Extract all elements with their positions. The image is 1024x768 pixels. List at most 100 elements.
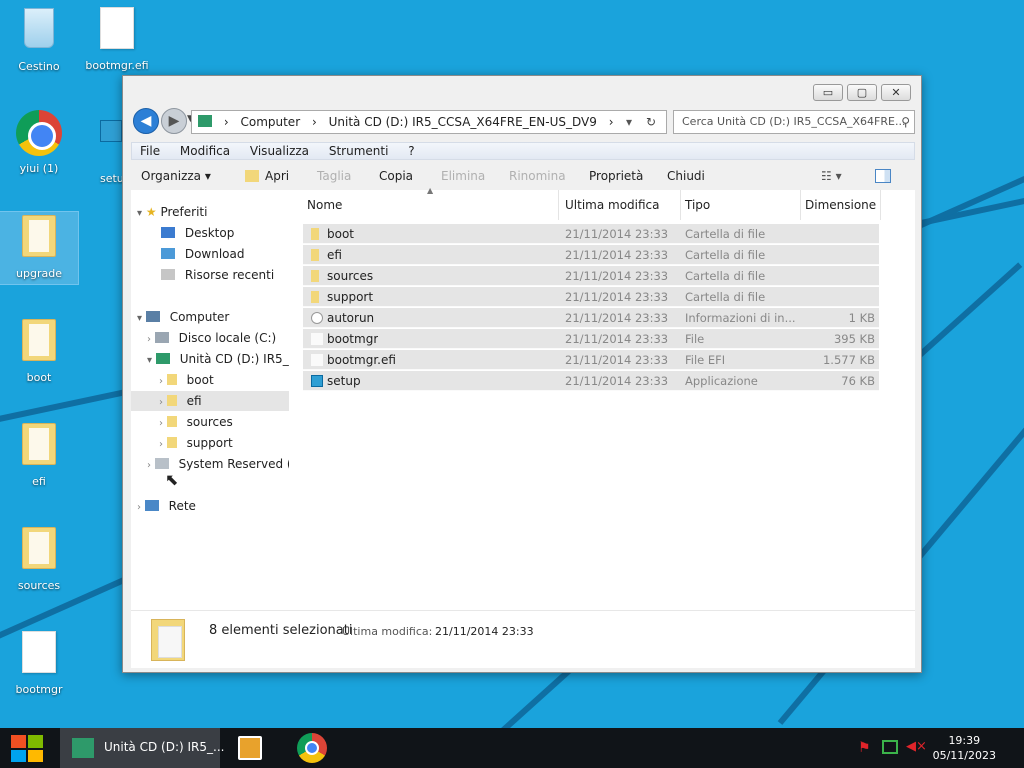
- folder-icon: [166, 437, 177, 448]
- menu-help[interactable]: ?: [400, 143, 422, 159]
- nav-network[interactable]: › Rete: [131, 496, 289, 516]
- nav-local-disk[interactable]: › Disco locale (C:): [131, 328, 289, 348]
- clock-date: 05/11/2023: [932, 749, 996, 762]
- column-size[interactable]: Dimensione: [801, 190, 881, 220]
- nav-desktop[interactable]: Desktop: [131, 223, 289, 243]
- file-row[interactable]: bootmgr 21/11/2014 23:33 File 395 KB: [303, 329, 879, 349]
- desktop-icon-sources[interactable]: sources: [0, 524, 78, 592]
- properties-button[interactable]: Proprietà: [589, 168, 643, 184]
- nav-system-reserved[interactable]: › System Reserved (E:): [131, 454, 289, 474]
- desktop-icon-upgrade[interactable]: upgrade: [0, 211, 79, 285]
- forward-button[interactable]: ▶: [161, 108, 187, 134]
- minimize-button[interactable]: ▭: [813, 84, 843, 101]
- network-status-icon[interactable]: [882, 740, 898, 754]
- cut-button[interactable]: Taglia: [317, 168, 351, 184]
- file-row[interactable]: autorun 21/11/2014 23:33 Informazioni di…: [303, 308, 879, 328]
- nav-download[interactable]: Download: [131, 244, 289, 264]
- menu-edit[interactable]: Modifica: [172, 143, 238, 159]
- file-row[interactable]: efi 21/11/2014 23:33 Cartella di file: [303, 245, 879, 265]
- search-icon[interactable]: ⚲: [901, 111, 910, 133]
- breadcrumb-computer[interactable]: Computer: [240, 115, 300, 129]
- file-row[interactable]: boot 21/11/2014 23:33 Cartella di file: [303, 224, 879, 244]
- menu-file[interactable]: File: [132, 143, 168, 159]
- desktop-icon-bootmgr-efi[interactable]: bootmgr.efi: [78, 4, 156, 72]
- delete-button[interactable]: Elimina: [441, 168, 485, 184]
- nav-sub-boot[interactable]: › boot: [131, 370, 289, 390]
- navigation-pane: ▾ ★ Preferiti Desktop Download Risorse r…: [131, 190, 291, 610]
- nav-sub-support[interactable]: › support: [131, 433, 289, 453]
- desktop: Cestino bootmgr.efi yiui (1) setu upgrad…: [0, 0, 1024, 728]
- menu-tools[interactable]: Strumenti: [321, 143, 397, 159]
- menu-view[interactable]: Visualizza: [242, 143, 317, 159]
- open-button[interactable]: Apri: [265, 168, 289, 184]
- start-button[interactable]: [0, 728, 54, 768]
- column-name[interactable]: Nome: [303, 190, 559, 220]
- recycle-bin-icon: [24, 8, 54, 48]
- setup-icon: [311, 375, 323, 387]
- desktop-icon-recycle-bin[interactable]: Cestino: [0, 4, 78, 73]
- nav-recent[interactable]: Risorse recenti: [131, 265, 289, 285]
- search-input[interactable]: Cerca Unità CD (D:) IR5_CCSA_X64FRE... ⚲: [673, 110, 915, 134]
- address-field[interactable]: › Computer › Unità CD (D:) IR5_CCSA_X64F…: [191, 110, 667, 134]
- preview-pane-icon[interactable]: [875, 169, 891, 183]
- chevron-right-icon[interactable]: ›: [159, 439, 163, 450]
- taskbar-media-player[interactable]: [228, 728, 272, 768]
- breadcrumb-cd-drive[interactable]: Unità CD (D:) IR5_CCSA_X64FRE_EN-US_DV9: [329, 115, 597, 129]
- title-bar[interactable]: ▭ ▢ ✕: [123, 76, 921, 106]
- folder-icon: [166, 416, 177, 427]
- nav-cd-drive[interactable]: ▾ Unità CD (D:) IR5_CCSA: [131, 349, 289, 369]
- chevron-right-icon[interactable]: ›: [159, 376, 163, 387]
- settings-file-icon: [311, 312, 323, 324]
- nav-sub-efi[interactable]: › efi: [131, 391, 289, 411]
- chevron-right-icon[interactable]: ›: [159, 397, 163, 408]
- nav-computer[interactable]: ▾ Computer: [131, 307, 289, 327]
- refresh-icon[interactable]: ↻: [646, 111, 656, 133]
- file-icon: [311, 333, 323, 345]
- command-toolbar: Organizza ▾ Apri Taglia Copia Elimina Ri…: [131, 164, 915, 190]
- organize-button[interactable]: Organizza ▾: [141, 168, 211, 184]
- nav-favorites[interactable]: ▾ ★ Preferiti: [131, 202, 289, 222]
- chevron-right-icon[interactable]: ›: [159, 418, 163, 429]
- folder-icon: [166, 374, 177, 385]
- taskbar-explorer-window[interactable]: Unità CD (D:) IR5_...: [60, 728, 224, 768]
- file-row[interactable]: setup 21/11/2014 23:33 Applicazione 76 K…: [303, 371, 879, 391]
- computer-icon: [145, 311, 160, 322]
- file-row[interactable]: support 21/11/2014 23:33 Cartella di fil…: [303, 287, 879, 307]
- expand-arrow-icon[interactable]: ▾: [147, 355, 152, 366]
- chevron-right-icon[interactable]: ›: [147, 460, 151, 471]
- desktop-icon: [161, 227, 175, 238]
- back-button[interactable]: ◀: [133, 108, 159, 134]
- clock[interactable]: 19:39 05/11/2023: [933, 733, 996, 763]
- chrome-icon: [16, 110, 62, 156]
- expand-arrow-icon[interactable]: ▾: [137, 208, 142, 219]
- rename-button[interactable]: Rinomina: [509, 168, 566, 184]
- setup-icon: [100, 120, 122, 142]
- clock-time: 19:39: [948, 734, 981, 747]
- desktop-icon-chrome[interactable]: yiui (1): [0, 110, 78, 175]
- desktop-icon-boot[interactable]: boot: [0, 316, 78, 384]
- column-modified[interactable]: Ultima modifica: [561, 190, 681, 220]
- file-row[interactable]: sources 21/11/2014 23:33 Cartella di fil…: [303, 266, 879, 286]
- desktop-icon-efi[interactable]: efi: [0, 420, 78, 488]
- action-center-flag-icon[interactable]: ⚑: [858, 740, 874, 756]
- close-button[interactable]: ✕: [881, 84, 911, 101]
- close-file-button[interactable]: Chiudi: [667, 168, 705, 184]
- chevron-right-icon[interactable]: ›: [147, 334, 151, 345]
- taskbar-chrome[interactable]: [290, 728, 334, 768]
- file-icon: [311, 354, 323, 366]
- view-options-icon[interactable]: ☷ ▾: [821, 168, 842, 184]
- column-type[interactable]: Tipo: [681, 190, 801, 220]
- address-dropdown-icon[interactable]: ▾: [626, 111, 632, 133]
- desktop-icon-setup[interactable]: setu: [78, 110, 122, 185]
- expand-arrow-icon[interactable]: ▾: [137, 313, 142, 324]
- file-row[interactable]: bootmgr.efi 21/11/2014 23:33 File EFI 1.…: [303, 350, 879, 370]
- volume-muted-icon[interactable]: ◀×: [906, 739, 927, 754]
- nav-sub-sources[interactable]: › sources: [131, 412, 289, 432]
- chevron-right-icon[interactable]: ›: [137, 502, 141, 513]
- hard-drive-icon: [154, 332, 169, 343]
- maximize-button[interactable]: ▢: [847, 84, 877, 101]
- folder-icon: [22, 319, 56, 361]
- desktop-icon-bootmgr[interactable]: bootmgr: [0, 628, 78, 696]
- selection-count: 8 elementi selezionati: [209, 623, 353, 638]
- copy-button[interactable]: Copia: [379, 168, 413, 184]
